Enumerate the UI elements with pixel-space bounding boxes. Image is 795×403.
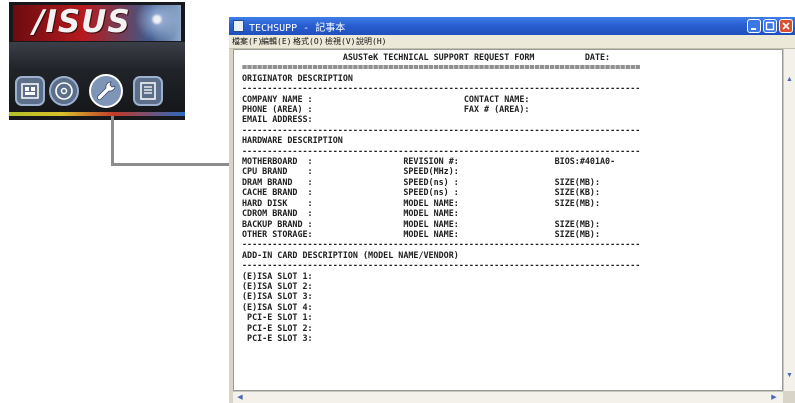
close-icon	[782, 22, 790, 30]
menu-format[interactable]: 格式(O)	[293, 36, 323, 47]
cd-button[interactable]	[49, 76, 79, 106]
text-line: ASUSTeK TECHNICAL SUPPORT REQUEST FORM D…	[242, 52, 611, 62]
window-title: TECHSUPP - 記事本	[249, 23, 346, 34]
text-line: BACKUP BRAND : MODEL NAME: SIZE(MB):	[242, 218, 600, 229]
connector-line-vertical	[111, 116, 114, 166]
text-line: CACHE BRAND : SPEED(ns) : SIZE(KB):	[242, 187, 600, 198]
scroll-up-icon[interactable]: ▲	[785, 75, 794, 85]
menu-view[interactable]: 檢視(V)	[325, 36, 355, 47]
cd-icon	[55, 82, 73, 100]
text-line: PCI-E SLOT 2:	[242, 322, 313, 333]
text-line: DRAM BRAND : SPEED(ns) : SIZE(MB):	[242, 176, 600, 187]
close-button[interactable]	[779, 19, 793, 33]
asus-launcher-panel: /ISUS	[9, 2, 185, 120]
minimize-button[interactable]	[747, 19, 761, 33]
notepad-app-icon	[233, 20, 244, 32]
text-line: ========================================…	[242, 62, 641, 73]
text-editor-area[interactable]: ASUSTeK TECHNICAL SUPPORT REQUEST FORM D…	[233, 49, 783, 391]
drivers-button[interactable]	[15, 76, 45, 106]
minimize-icon	[751, 28, 756, 30]
vertical-scrollbar[interactable]: ▲ ▼	[783, 49, 795, 391]
text-line: ORIGINATOR DESCRIPTION	[242, 72, 353, 83]
text-line: PCI-E SLOT 3:	[242, 332, 313, 343]
wrench-icon	[97, 81, 116, 100]
text-line: COMPANY NAME : CONTACT NAME:	[242, 93, 530, 104]
menu-help[interactable]: 說明(H)	[356, 36, 386, 47]
text-line: (E)ISA SLOT 4:	[242, 301, 313, 312]
tech-support-button[interactable]	[89, 74, 123, 108]
text-line: CDROM BRAND : MODEL NAME:	[242, 208, 459, 219]
maximize-icon	[765, 21, 775, 31]
notepad-window: TECHSUPP - 記事本 檔案(F) 編輯(E) 格式(O) 檢視(V) 說…	[229, 17, 795, 403]
readme-button[interactable]	[133, 76, 163, 106]
title-bar[interactable]: TECHSUPP - 記事本	[229, 17, 795, 35]
text-line: CPU BRAND : SPEED(MHz):	[242, 166, 459, 177]
text-line: OTHER STORAGE: MODEL NAME: SIZE(MB):	[242, 228, 600, 239]
text-line: MOTHERBOARD : REVISION #: BIOS:#401A0-	[242, 156, 616, 167]
text-line: HARD DISK : MODEL NAME: SIZE(MB):	[242, 197, 600, 208]
text-line: PHONE (AREA) : FAX # (AREA):	[242, 104, 530, 115]
text-line: ----------------------------------------…	[242, 124, 641, 135]
text-line: ----------------------------------------…	[242, 145, 641, 156]
text-line: ----------------------------------------…	[242, 260, 641, 271]
document-text: ASUSTeK TECHNICAL SUPPORT REQUEST FORM D…	[242, 52, 640, 343]
text-line: (E)ISA SLOT 1:	[242, 270, 313, 281]
scroll-left-icon[interactable]: ◀	[235, 392, 245, 403]
menu-file[interactable]: 檔案(F)	[232, 36, 262, 47]
text-line: (E)ISA SLOT 3:	[242, 291, 313, 302]
asus-logo: /ISUS	[33, 4, 131, 40]
maximize-button[interactable]	[763, 19, 777, 33]
text-line: ADD-IN CARD DESCRIPTION (MODEL NAME/VEND…	[242, 249, 459, 260]
menu-edit[interactable]: 編輯(E)	[261, 36, 291, 47]
scroll-right-icon[interactable]: ▶	[769, 392, 779, 403]
document-icon	[140, 82, 156, 100]
text-line: ----------------------------------------…	[242, 239, 641, 250]
color-stripe	[9, 112, 185, 116]
text-line: ----------------------------------------…	[242, 83, 641, 94]
text-line: HARDWARE DESCRIPTION	[242, 135, 343, 146]
drivers-icon	[21, 83, 39, 99]
text-line: PCI-E SLOT 1:	[242, 312, 313, 323]
horizontal-scrollbar[interactable]: ◀ ▶	[233, 391, 783, 403]
text-line: EMAIL ADDRESS:	[242, 114, 313, 125]
scroll-down-icon[interactable]: ▼	[785, 371, 794, 381]
text-line: (E)ISA SLOT 2:	[242, 280, 313, 291]
menu-bar: 檔案(F) 編輯(E) 格式(O) 檢視(V) 說明(H)	[229, 35, 795, 49]
connector-line-horizontal	[111, 163, 229, 166]
